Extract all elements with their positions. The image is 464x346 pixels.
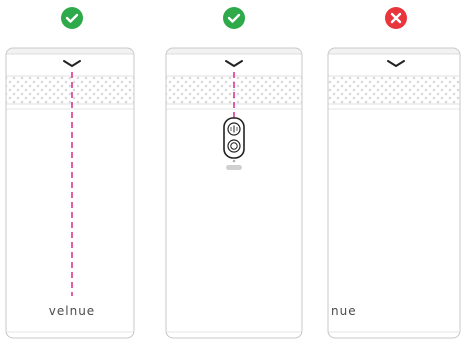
panel-3: nue bbox=[327, 7, 461, 339]
indicator-light bbox=[232, 159, 236, 163]
port-slot bbox=[226, 165, 242, 170]
check-icon bbox=[223, 7, 245, 29]
panel-2 bbox=[165, 7, 303, 339]
brand-label: velnue bbox=[49, 304, 95, 318]
cross-icon bbox=[385, 7, 407, 29]
button-panel bbox=[223, 117, 245, 159]
guide-illustration: velnue nue bbox=[5, 7, 461, 339]
device-placement-guide: velnue nue bbox=[0, 0, 464, 346]
device-outline bbox=[166, 48, 302, 338]
device-outline bbox=[6, 48, 134, 338]
brand-label: nue bbox=[331, 304, 357, 318]
check-icon bbox=[61, 7, 83, 29]
device-outline: nue bbox=[328, 48, 460, 338]
panel-1: velnue bbox=[5, 7, 135, 339]
